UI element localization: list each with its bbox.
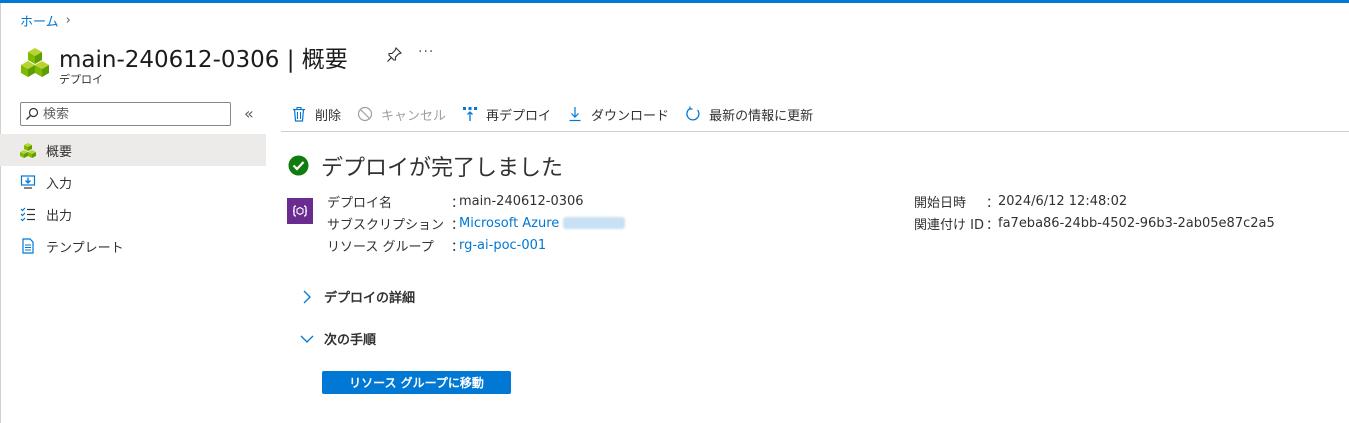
detail-separator: ： (986, 195, 1000, 211)
redeploy-icon (463, 107, 478, 121)
deployment-details-right: 開始日時 ： 2024/6/12 12:48:02 関連付け ID ： fa7e… (914, 190, 1275, 234)
detail-row-correlation-id: 関連付け ID ： fa7eba86-24bb-4502-96b3-2ab05e… (914, 212, 1275, 234)
breadcrumb-home-link[interactable]: ホーム (20, 11, 59, 30)
deployment-cubes-icon (21, 48, 49, 77)
refresh-button[interactable]: 最新の情報に更新 (685, 105, 813, 124)
section-title: 次の手順 (324, 333, 377, 348)
detail-separator: ： (451, 195, 465, 211)
detail-separator: ： (986, 217, 1000, 233)
pin-icon[interactable] (385, 46, 403, 64)
sidebar-item-overview[interactable]: 概要 (0, 134, 266, 166)
detail-row-deployment-name: デプロイ名 ： main-240612-0306 (327, 190, 625, 212)
detail-label: 関連付け ID (914, 217, 984, 233)
sidebar-item-label: テンプレート (46, 240, 124, 256)
input-icon (20, 174, 36, 190)
detail-label: サブスクリプション (327, 217, 445, 233)
output-icon (20, 206, 36, 222)
command-bar-divider (281, 131, 1349, 132)
search-icon (26, 107, 39, 120)
success-check-icon (288, 155, 309, 176)
detail-row-resource-group: リソース グループ ： rg-ai-poc-001 (327, 234, 625, 256)
download-icon (569, 107, 581, 122)
sidebar-item-template[interactable]: テンプレート (0, 230, 266, 262)
cancel-icon (357, 106, 373, 122)
deployment-details-toggle[interactable]: デプロイの詳細 (300, 287, 415, 306)
refresh-icon (686, 106, 700, 121)
template-icon (20, 238, 36, 254)
detail-label: リソース グループ (327, 239, 434, 255)
download-label: ダウンロード (591, 108, 670, 124)
breadcrumb: ホーム › (20, 11, 71, 30)
section-title: デプロイの詳細 (324, 291, 416, 306)
detail-separator: ： (451, 239, 465, 255)
sidebar-search-box[interactable] (20, 102, 231, 126)
cancel-label: キャンセル (381, 108, 447, 124)
deployment-resource-icon (287, 198, 313, 224)
command-bar: 削除 キャンセル 再デプロイ ダウンロード 最新の情報に更新 (291, 102, 829, 126)
redeploy-label: 再デプロイ (486, 108, 552, 124)
subscription-link[interactable]: Microsoft Azure (459, 216, 559, 231)
sidebar-search-input[interactable] (43, 106, 223, 122)
correlation-id-value: fa7eba86-24bb-4502-96b3-2ab05e87c2a5 (998, 215, 1275, 231)
next-steps-toggle[interactable]: 次の手順 (300, 329, 376, 348)
sidebar-item-label: 概要 (46, 144, 73, 160)
deployment-name-value: main-240612-0306 (459, 193, 584, 209)
go-to-resource-group-button[interactable]: リソース グループに移動 (322, 371, 511, 394)
deployment-status-title: デプロイが完了しました (321, 156, 564, 181)
detail-label: 開始日時 (914, 195, 967, 211)
chevron-down-icon (300, 335, 314, 343)
download-button[interactable]: ダウンロード (567, 105, 669, 124)
sidebar-item-inputs[interactable]: 入力 (0, 166, 266, 198)
chevron-right-icon (303, 290, 311, 303)
sidebar-item-outputs[interactable]: 出力 (0, 198, 266, 230)
sidebar-item-label: 入力 (46, 176, 73, 192)
collapse-sidebar-icon[interactable]: « (244, 104, 254, 123)
detail-row-start-time: 開始日時 ： 2024/6/12 12:48:02 (914, 190, 1275, 212)
page-subtitle: デプロイ (59, 73, 103, 86)
resource-group-link[interactable]: rg-ai-poc-001 (459, 238, 546, 253)
cancel-button[interactable]: キャンセル (357, 105, 446, 124)
redacted-subscription-id (563, 217, 626, 229)
sidebar-item-label: 出力 (46, 208, 73, 224)
detail-label: デプロイ名 (327, 195, 393, 211)
trash-icon (293, 106, 305, 122)
refresh-label: 最新の情報に更新 (709, 108, 814, 124)
detail-row-subscription: サブスクリプション ： Microsoft Azure (327, 212, 626, 234)
delete-label: 削除 (315, 108, 342, 124)
subscription-value: Microsoft Azure (459, 216, 626, 231)
start-time-value: 2024/6/12 12:48:02 (998, 193, 1128, 209)
portal-accent-bar (0, 0, 1349, 3)
redeploy-button[interactable]: 再デプロイ (462, 105, 551, 124)
deployment-details-left: デプロイ名 ： main-240612-0306 サブスクリプション ： Mic… (327, 190, 626, 256)
sidebar-nav: 概要 入力 出力 テンプレート (0, 134, 266, 262)
detail-separator: ： (451, 217, 465, 233)
breadcrumb-chevron-icon: › (65, 12, 71, 28)
delete-button[interactable]: 削除 (291, 105, 341, 124)
more-options-icon[interactable]: ··· (418, 44, 434, 60)
page-title: main-240612-0306 | 概要 (59, 47, 348, 73)
deployment-icon (20, 142, 36, 158)
